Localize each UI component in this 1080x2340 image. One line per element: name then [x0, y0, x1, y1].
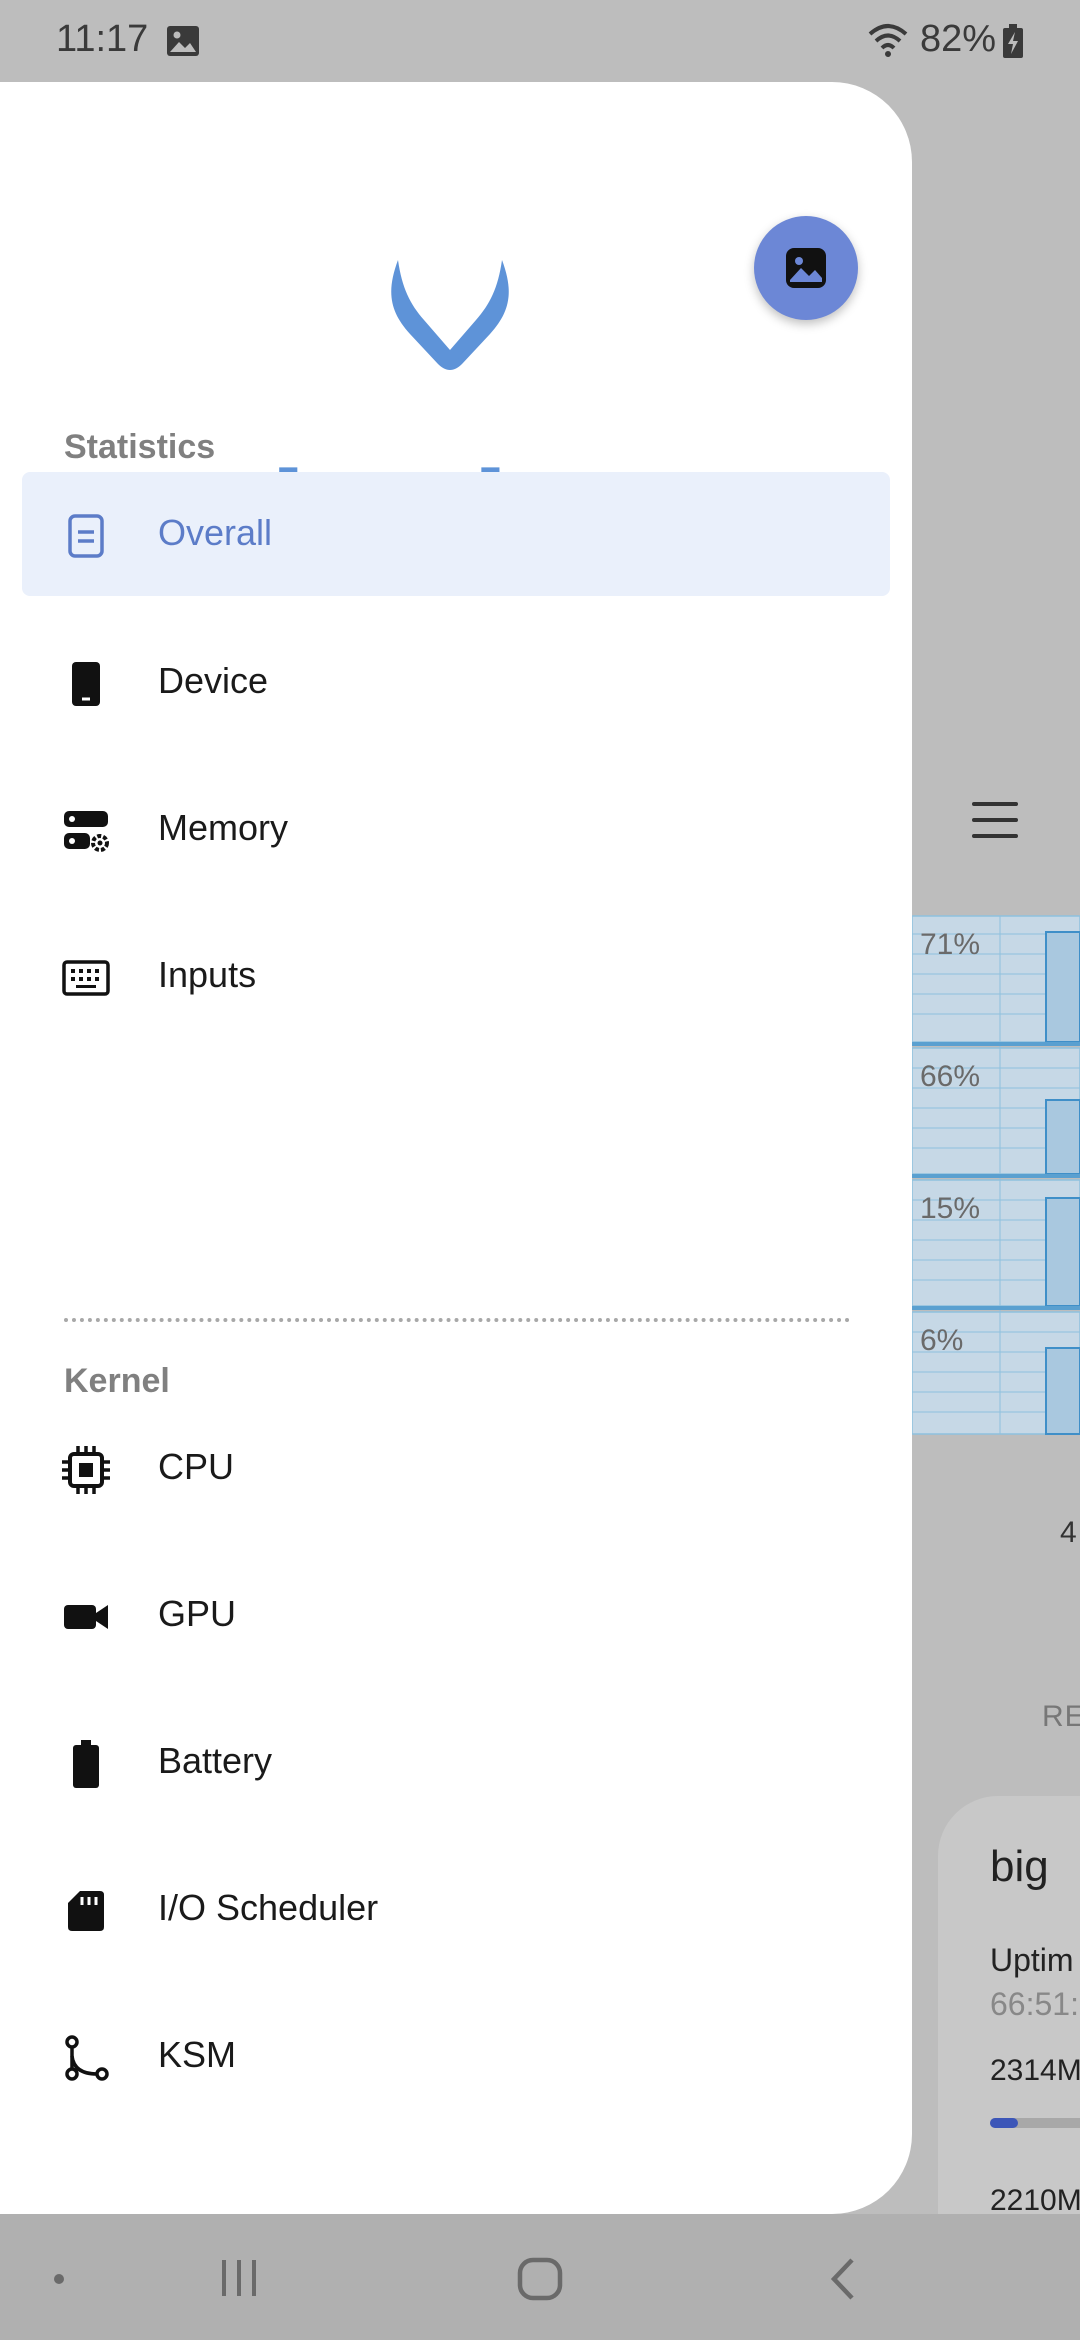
background-button-text[interactable]: RE — [1042, 1700, 1080, 1734]
gallery-notification-icon — [166, 24, 200, 67]
section-divider — [64, 1318, 850, 1322]
home-icon[interactable] — [516, 2256, 564, 2307]
nav-item-label: Device — [158, 660, 269, 701]
section-label-kernel: Kernel — [64, 1362, 170, 1400]
video-camera-icon — [62, 1593, 110, 1641]
nav-item-cpu[interactable]: CPU — [22, 1406, 890, 1530]
nav-item-label: CPU — [158, 1446, 235, 1487]
branch-icon — [62, 2034, 110, 2082]
back-icon[interactable] — [826, 2256, 858, 2307]
horns-icon — [391, 260, 509, 370]
nav-item-label: Overall — [158, 512, 273, 553]
nav-item-io-scheduler[interactable]: I/O Scheduler — [22, 1847, 890, 1971]
card-frequency-value: 2210M — [990, 2184, 1080, 2214]
hamburger-menu-icon[interactable] — [972, 802, 1018, 842]
card-title: big — [990, 1842, 1049, 1891]
battery-charging-icon — [1002, 24, 1024, 68]
wifi-icon — [866, 22, 910, 68]
chart-label: 15% — [920, 1192, 981, 1225]
image-icon — [786, 248, 826, 288]
nav-item-ksm[interactable]: KSM — [22, 1994, 890, 2118]
section-label-statistics: Statistics — [64, 428, 216, 466]
chart-label: 71% — [920, 928, 981, 961]
card-progress-bar — [990, 2118, 1080, 2128]
nav-item-overall[interactable]: Overall — [22, 472, 890, 596]
nav-item-inputs[interactable]: Inputs — [22, 914, 890, 1038]
nav-item-label: Memory — [158, 807, 289, 848]
nav-item-label: I/O Scheduler — [158, 1887, 379, 1928]
battery-percent: 82% — [920, 18, 997, 60]
nav-item-label: KSM — [158, 2034, 237, 2075]
change-header-image-button[interactable] — [754, 216, 858, 320]
document-icon — [62, 512, 110, 560]
card-frequency-value: 2314M — [990, 2054, 1080, 2087]
keyboard-dot-icon — [54, 2274, 64, 2284]
chart-label: 66% — [920, 1060, 981, 1093]
navigation-drawer: hades Statistics Overall Device Memory I… — [0, 82, 912, 2214]
battery-icon — [62, 1740, 110, 1788]
sd-card-icon — [62, 1887, 110, 1935]
status-time: 11:17 — [56, 18, 149, 60]
system-navigation-bar — [0, 2214, 1080, 2340]
card-uptime-value: 66:51: — [990, 1986, 1079, 2022]
nav-item-battery[interactable]: Battery — [22, 1700, 890, 1824]
status-bar: 11:17 82% — [0, 0, 1080, 82]
nav-item-memory[interactable]: Memory — [22, 767, 890, 891]
nav-item-label: Battery — [158, 1740, 273, 1781]
keyboard-icon — [62, 954, 110, 1002]
card-uptime-label: Uptim — [990, 1942, 1074, 1978]
nav-item-gpu[interactable]: GPU — [22, 1553, 890, 1677]
background-number: 4 — [1060, 1516, 1077, 1549]
phone-icon — [62, 660, 110, 708]
chart-label: 6% — [920, 1324, 964, 1357]
recents-icon[interactable] — [218, 2258, 260, 2303]
cpu-icon — [62, 1446, 110, 1494]
nav-item-label: GPU — [158, 1593, 237, 1634]
nav-item-device[interactable]: Device — [22, 620, 890, 744]
memory-settings-icon — [62, 807, 110, 855]
nav-item-label: Inputs — [158, 954, 257, 995]
background-app: 71% 66% 15% 6% 4 RE big Uptim 66:51: 231… — [912, 82, 1080, 2214]
